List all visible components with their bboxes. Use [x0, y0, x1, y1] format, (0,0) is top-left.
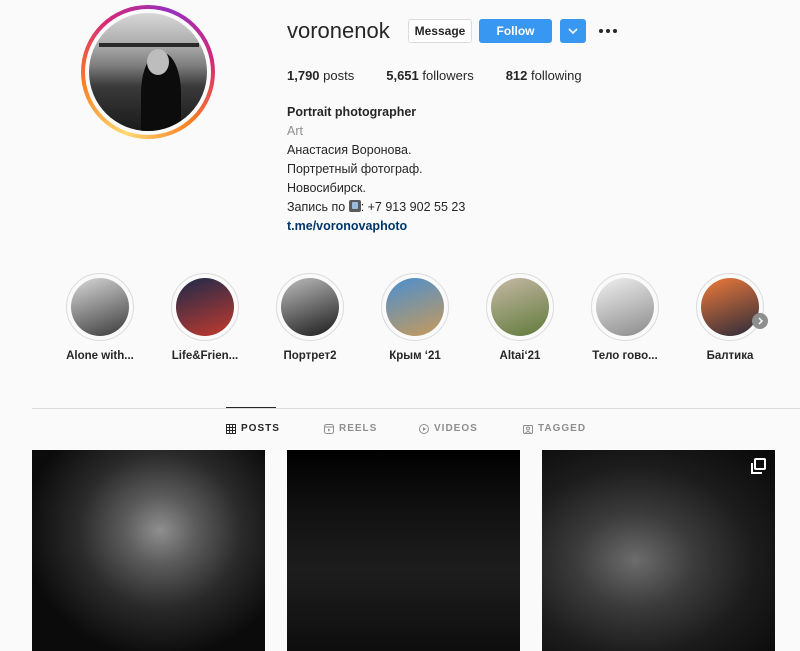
tag-icon [523, 424, 533, 434]
username: voronenok [287, 18, 390, 43]
posts-label: posts [319, 68, 355, 83]
followers-count: 5,651 [386, 68, 419, 83]
highlight-label: Балтика [706, 350, 754, 362]
bio-line: Запись по : +7 913 902 55 23 [287, 198, 465, 217]
posts-stat: 1,790 posts [287, 68, 354, 83]
highlights-next-button[interactable] [752, 313, 768, 329]
bio-name: Portrait photographer [287, 105, 417, 119]
profile-stats: 1,790 posts 5,651 followers 812 followin… [287, 68, 614, 83]
more-options-icon[interactable] [599, 29, 617, 33]
followers-stat[interactable]: 5,651 followers [386, 68, 473, 83]
post-thumbnail[interactable] [287, 450, 520, 651]
grid-icon [226, 423, 236, 434]
bio-category: Art [287, 124, 303, 138]
carousel-icon [751, 458, 766, 474]
tab-label: POSTS [241, 423, 280, 434]
bio-phone: : +7 913 902 55 23 [360, 200, 466, 214]
highlight-cover [491, 278, 549, 336]
reels-icon [324, 423, 334, 434]
following-label: following [527, 68, 582, 83]
highlight-label: Портрет2 [283, 350, 337, 362]
tab-posts[interactable]: POSTS [226, 423, 280, 434]
highlight-label: Alone with... [66, 350, 134, 362]
post-thumbnail[interactable] [32, 450, 265, 651]
highlight-cover [701, 278, 759, 336]
chevron-down-icon [568, 28, 578, 34]
posts-count: 1,790 [287, 68, 320, 83]
avatar-border [85, 9, 211, 135]
highlight-ring [171, 273, 239, 341]
tab-label: VIDEOS [434, 423, 478, 434]
highlight-ring [276, 273, 344, 341]
suggested-accounts-button[interactable] [560, 19, 586, 43]
tabs-divider [32, 408, 800, 409]
message-button[interactable]: Message [408, 19, 472, 43]
highlight-ring [696, 273, 764, 341]
profile-bio: Portrait photographer Art Анастасия Воро… [287, 103, 465, 236]
bio-phone-prefix: Запись по [287, 200, 349, 214]
highlight-cover [71, 278, 129, 336]
highlight-cover [176, 278, 234, 336]
highlight-label: Life&Frien... [171, 350, 239, 362]
highlight-cover [386, 278, 444, 336]
chevron-right-icon [757, 317, 763, 325]
avatar-photo [89, 13, 207, 131]
highlight-cover [281, 278, 339, 336]
bio-link[interactable]: t.me/voronovaphoto [287, 217, 465, 236]
highlight-cover [596, 278, 654, 336]
highlight-label: Крым ‘21 [389, 350, 441, 362]
following-stat[interactable]: 812 following [506, 68, 582, 83]
following-count: 812 [505, 68, 528, 83]
highlight-ring [591, 273, 659, 341]
tab-tagged[interactable]: TAGGED [523, 423, 586, 434]
highlight-ring [381, 273, 449, 341]
tab-label: TAGGED [538, 423, 587, 434]
tab-videos[interactable]: VIDEOS [419, 423, 478, 434]
follow-button[interactable]: Follow [479, 19, 552, 43]
highlight-label: Altai‘21 [499, 350, 541, 362]
active-tab-indicator [226, 407, 276, 408]
bio-line: Портретный фотограф. [287, 162, 423, 176]
play-icon [419, 423, 429, 434]
tab-reels[interactable]: REELS [324, 423, 377, 434]
tab-label: REELS [339, 423, 378, 434]
highlight-label: Тело гово... [592, 350, 658, 362]
post-thumbnail[interactable] [542, 450, 775, 651]
bio-line: Анастасия Воронова. [287, 143, 412, 157]
profile-avatar[interactable] [81, 5, 215, 139]
followers-label: followers [418, 68, 474, 83]
phone-icon [348, 200, 361, 212]
highlight-ring [486, 273, 554, 341]
bio-line: Новосибирск. [287, 181, 366, 195]
highlight-ring [66, 273, 134, 341]
